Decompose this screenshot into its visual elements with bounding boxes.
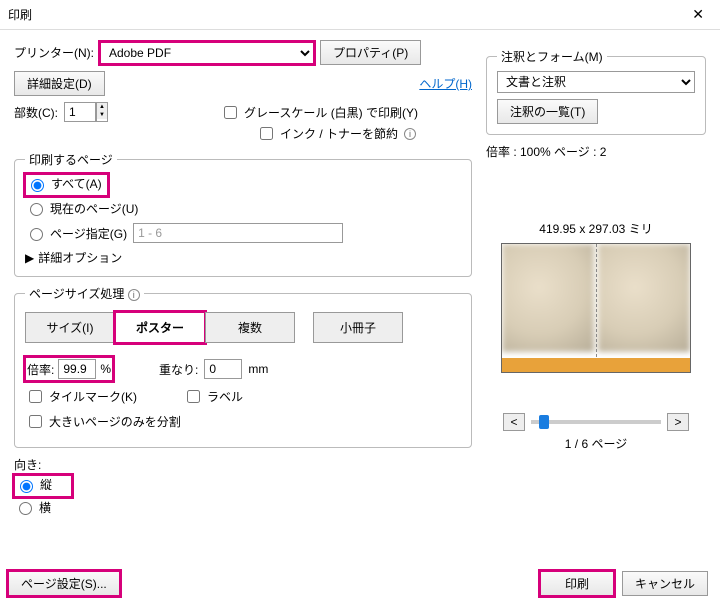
overlap-label: 重なり:	[159, 361, 198, 378]
info-icon: i	[128, 289, 140, 301]
sizing-fieldset: ページサイズ処理 i サイズ(I) ポスター 複数 小冊子 倍率: % 重なり:…	[14, 285, 472, 448]
copies-input[interactable]	[64, 102, 96, 122]
print-button[interactable]: 印刷	[540, 571, 614, 596]
page-setup-button[interactable]: ページ設定(S)...	[8, 571, 120, 596]
prev-page-button[interactable]: <	[503, 413, 525, 431]
window-title: 印刷	[8, 6, 32, 23]
printer-label: プリンター(N):	[14, 44, 94, 61]
overlap-input[interactable]	[204, 359, 242, 379]
scale-input[interactable]	[58, 359, 96, 379]
annotations-legend: 注釈とフォーム(M)	[497, 48, 607, 65]
orientation-portrait-radio[interactable]: 縦	[15, 476, 52, 493]
pages-current-radio[interactable]: 現在のページ(U)	[25, 200, 138, 217]
annotations-select[interactable]: 文書と注釈	[497, 71, 695, 93]
scale-label: 倍率:	[27, 361, 54, 378]
sizing-legend: ページサイズ処理	[29, 287, 124, 301]
orientation-landscape-radio[interactable]: 横	[14, 499, 51, 516]
orientation-legend: 向き:	[14, 456, 472, 473]
pages-range-input[interactable]	[133, 223, 343, 243]
save-ink-checkbox[interactable]: インク / トナーを節約	[256, 124, 398, 143]
printer-select[interactable]: Adobe PDF	[100, 42, 314, 64]
info-icon: i	[404, 128, 416, 140]
tab-size[interactable]: サイズ(I)	[25, 312, 115, 343]
copies-label: 部数(C):	[14, 104, 58, 121]
close-icon[interactable]: ✕	[684, 4, 712, 25]
pages-fieldset: 印刷するページ すべて(A) 現在のページ(U) ページ指定(G)	[14, 151, 472, 277]
annotations-list-button[interactable]: 注釈の一覧(T)	[497, 99, 598, 124]
preview-thumbnail	[501, 243, 691, 373]
triangle-right-icon: ▶	[25, 251, 34, 265]
sizing-tabs: サイズ(I) ポスター 複数 小冊子	[25, 312, 461, 343]
grayscale-checkbox[interactable]: グレースケール (白黒) で印刷(Y)	[220, 103, 418, 122]
page-counter: 1 / 6 ページ	[486, 435, 706, 452]
overlap-unit: mm	[248, 362, 268, 376]
scale-page-info: 倍率 : 100% ページ : 2	[486, 143, 706, 160]
page-slider[interactable]	[531, 420, 661, 424]
scale-unit: %	[100, 362, 111, 376]
labels-checkbox[interactable]: ラベル	[183, 387, 243, 406]
help-link[interactable]: ヘルプ(H)	[419, 75, 472, 92]
pages-range-radio[interactable]: ページ指定(G)	[25, 225, 127, 242]
tilemarks-checkbox[interactable]: タイルマーク(K)	[25, 387, 137, 406]
tab-booklet[interactable]: 小冊子	[313, 312, 403, 343]
spin-down-icon[interactable]: ▼	[97, 111, 107, 119]
advanced-options-toggle[interactable]: ▶ 詳細オプション	[25, 249, 461, 266]
annotations-fieldset: 注釈とフォーム(M) 文書と注釈 注釈の一覧(T)	[486, 48, 706, 135]
tab-poster[interactable]: ポスター	[115, 312, 205, 343]
spin-up-icon[interactable]: ▲	[97, 103, 107, 111]
pages-all-radio[interactable]: すべて(A)	[26, 175, 102, 192]
advanced-button[interactable]: 詳細設定(D)	[14, 71, 105, 96]
preview-dims: 419.95 x 297.03 ミリ	[486, 220, 706, 237]
tab-multi[interactable]: 複数	[205, 312, 295, 343]
large-only-checkbox[interactable]: 大きいページのみを分割	[25, 412, 181, 431]
properties-button[interactable]: プロパティ(P)	[320, 40, 421, 65]
copies-spinner[interactable]: ▲▼	[64, 102, 108, 122]
cancel-button[interactable]: キャンセル	[622, 571, 708, 596]
pages-legend: 印刷するページ	[25, 151, 117, 168]
next-page-button[interactable]: >	[667, 413, 689, 431]
